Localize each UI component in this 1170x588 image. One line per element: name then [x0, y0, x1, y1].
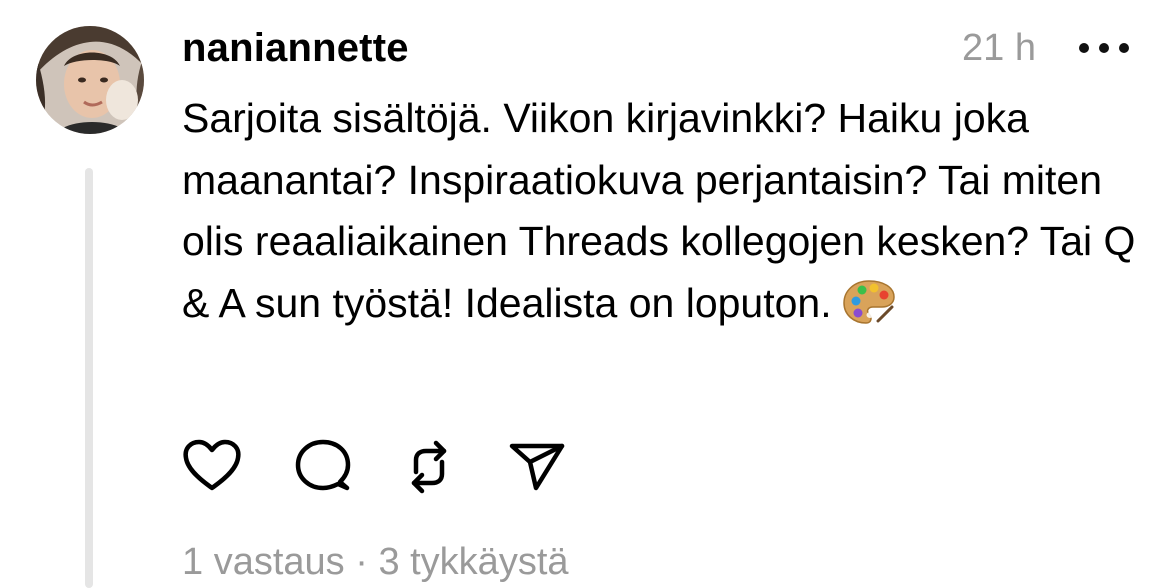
username[interactable]: naniannette — [182, 22, 409, 74]
share-button[interactable] — [506, 434, 570, 498]
palette-emoji-icon — [842, 277, 896, 327]
repost-icon — [411, 440, 447, 494]
send-icon — [509, 443, 565, 491]
reply-button[interactable] — [290, 434, 354, 498]
stats-separator: · — [344, 541, 379, 583]
repost-button[interactable] — [396, 434, 460, 498]
timestamp: 21 h — [962, 27, 1036, 69]
likes-count-link[interactable]: 3 tykkäystä — [378, 541, 568, 583]
avatar-image — [36, 26, 144, 134]
more-icon — [1079, 43, 1089, 53]
heart-icon — [183, 439, 241, 491]
more-options-button[interactable] — [1079, 30, 1129, 66]
more-icon-dot — [1119, 43, 1129, 53]
comment-icon — [295, 439, 351, 491]
post-text: Sarjoita sisältöjä. Viikon kirjavinkki? … — [182, 95, 1147, 326]
replies-count-link[interactable]: 1 vastaus — [182, 541, 345, 583]
avatar[interactable] — [36, 26, 144, 134]
like-button[interactable] — [180, 434, 244, 498]
thread-line — [85, 168, 93, 588]
post-body: Sarjoita sisältöjä. Viikon kirjavinkki? … — [182, 88, 1142, 334]
post-stats: 1 vastaus · 3 tykkäystä — [182, 536, 569, 588]
more-icon-dot — [1099, 43, 1109, 53]
